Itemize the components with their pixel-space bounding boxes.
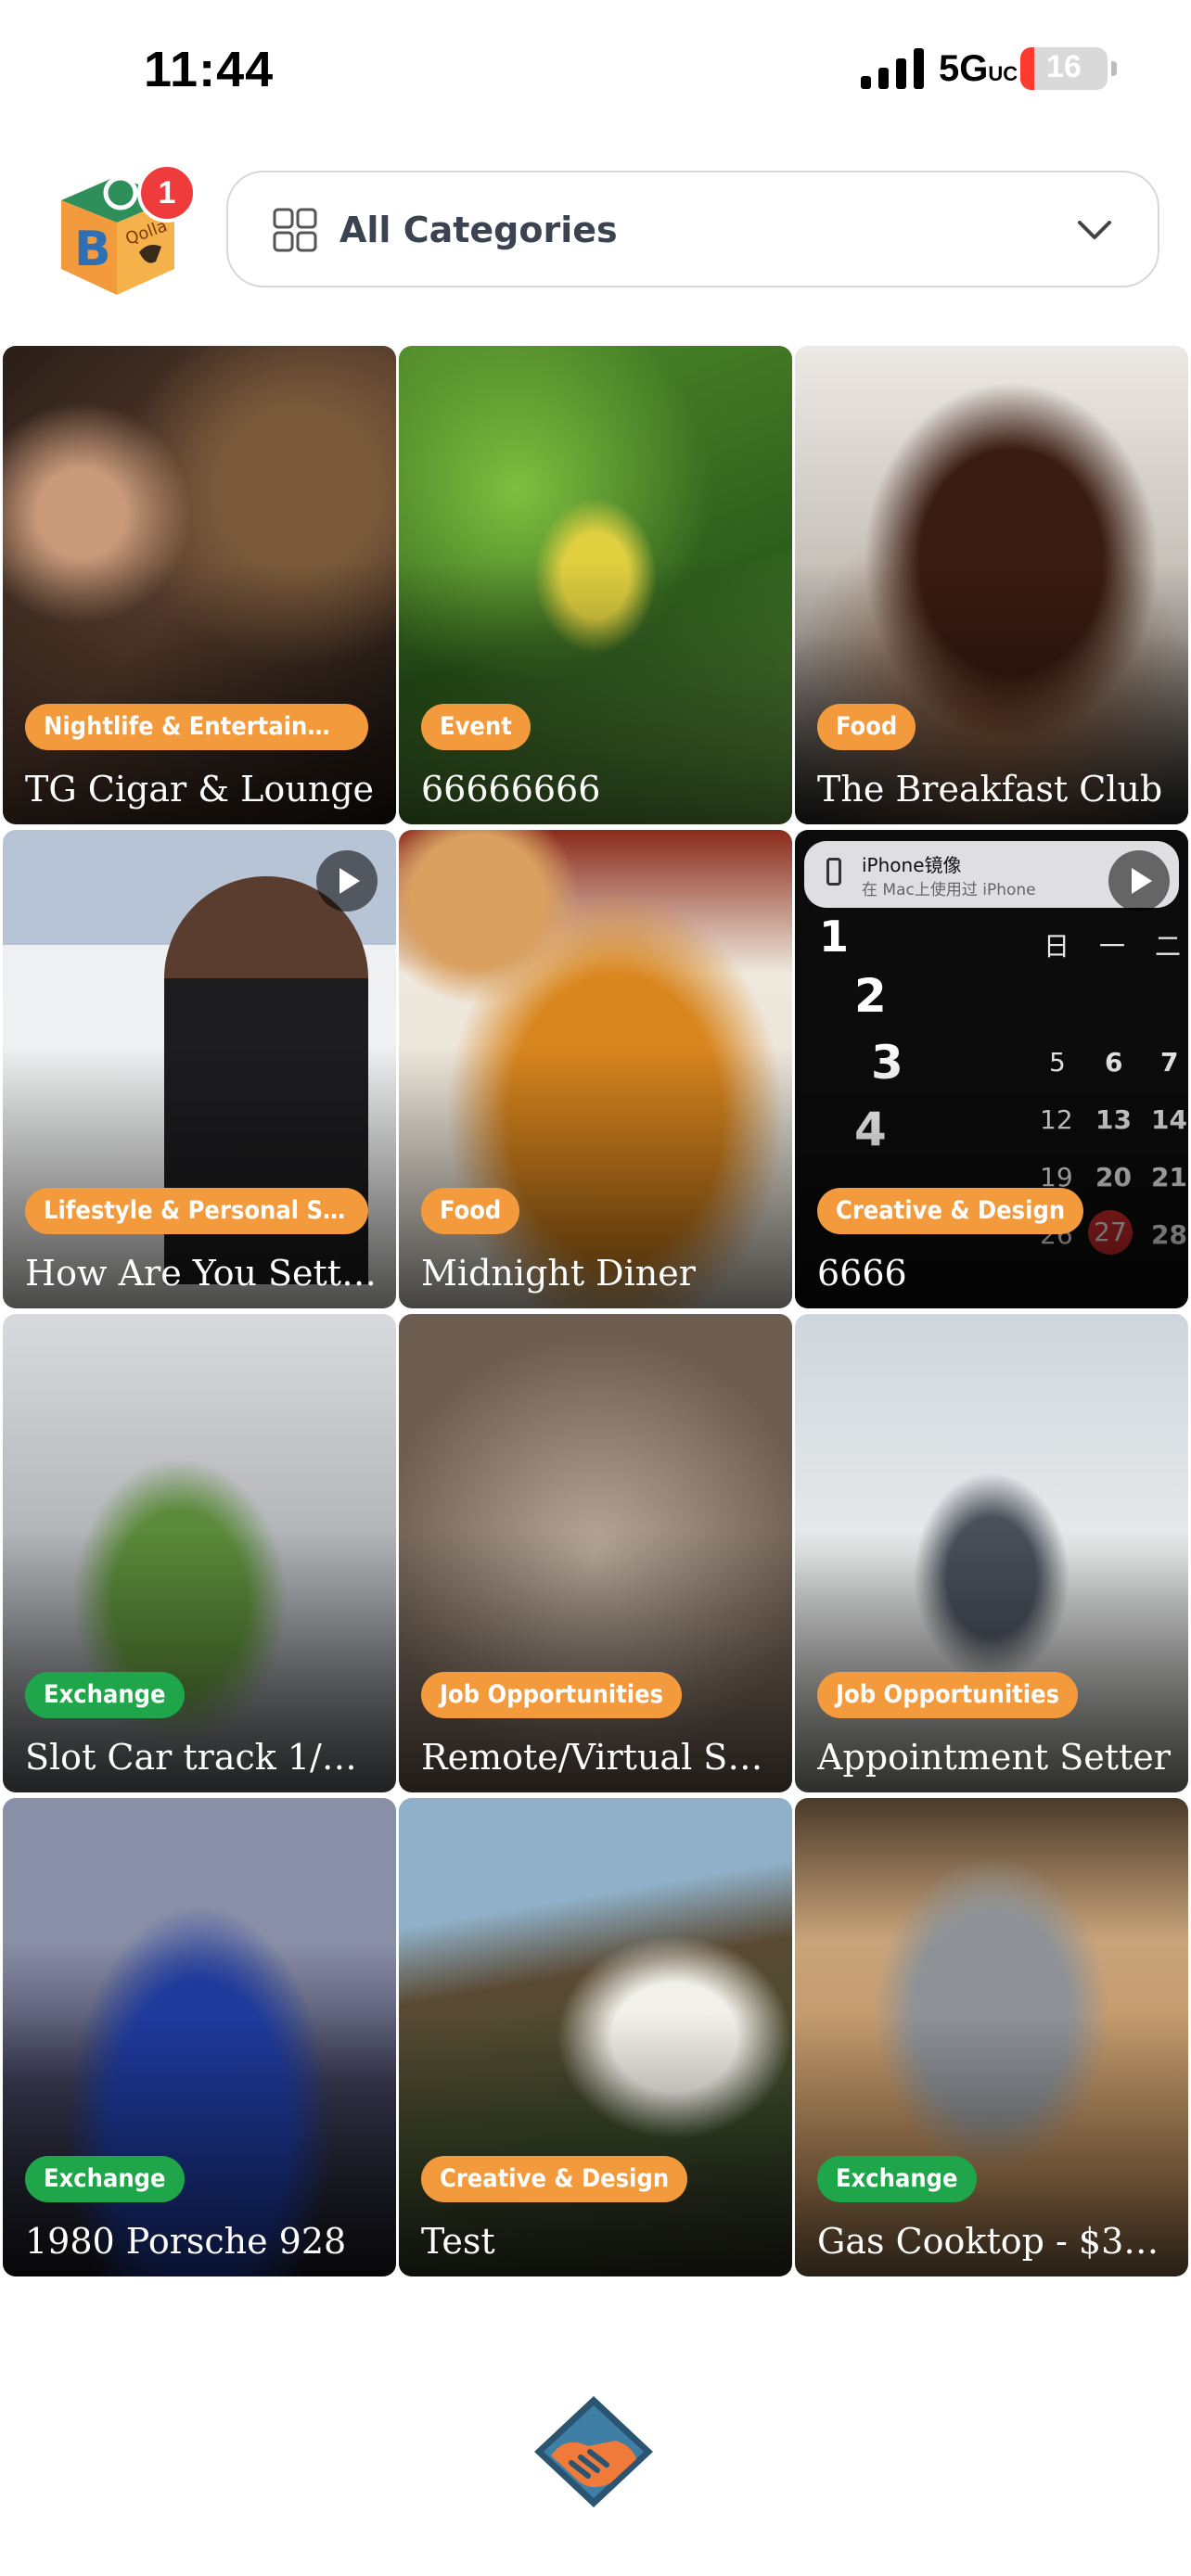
listing-card[interactable]: Event 66666666 bbox=[399, 346, 792, 824]
battery-level: 16 bbox=[1046, 49, 1082, 84]
category-label: All Categories bbox=[339, 210, 618, 250]
clock-numeral: 2 bbox=[854, 969, 887, 1023]
category-badge: Exchange bbox=[25, 1672, 185, 1718]
listing-card[interactable]: Exchange 1980 Porsche 928 bbox=[3, 1798, 396, 2276]
listing-card[interactable]: Creative & Design Test bbox=[399, 1798, 792, 2276]
handshake-logo-icon[interactable] bbox=[529, 2391, 659, 2511]
mirroring-subtitle: 在 Mac上使用过 iPhone bbox=[862, 881, 1036, 899]
network-type: 5GUC bbox=[939, 48, 1018, 89]
listing-title: 1980 Porsche 928 bbox=[25, 2221, 347, 2262]
network-suffix: UC bbox=[988, 62, 1018, 85]
listing-title: 66666666 bbox=[421, 769, 601, 810]
grid-icon bbox=[273, 208, 317, 252]
listing-title: Midnight Diner bbox=[421, 1253, 696, 1294]
listing-card[interactable]: Nightlife & Entertainment TG Cigar & Lou… bbox=[3, 346, 396, 824]
notification-badge[interactable]: 1 bbox=[137, 163, 197, 223]
category-badge: Creative & Design bbox=[421, 2156, 688, 2202]
listing-title: Gas Cooktop - $32... bbox=[817, 2221, 1172, 2262]
signal-strength-icon bbox=[861, 48, 924, 89]
category-badge: Event bbox=[421, 704, 531, 750]
play-icon[interactable] bbox=[1108, 850, 1170, 912]
category-badge: Job Opportunities bbox=[817, 1672, 1079, 1718]
clock-numeral: 1 bbox=[819, 912, 850, 962]
category-badge: Exchange bbox=[817, 2156, 977, 2202]
battery-tip bbox=[1111, 61, 1117, 76]
category-badge: Lifestyle & Personal Ser... bbox=[25, 1188, 368, 1234]
category-badge: Exchange bbox=[25, 2156, 185, 2202]
calendar-header: 日 bbox=[1044, 931, 1070, 962]
category-badge: Nightlife & Entertainment bbox=[25, 704, 368, 750]
mirroring-title: iPhone镜像 bbox=[862, 854, 962, 876]
listing-title: The Breakfast Club bbox=[817, 769, 1163, 810]
listing-title: How Are You Settin... bbox=[25, 1253, 379, 1294]
listing-card[interactable]: Lifestyle & Personal Ser... How Are You … bbox=[3, 830, 396, 1308]
svg-text:B: B bbox=[74, 222, 111, 277]
listing-card[interactable]: Exchange Slot Car track 1/32... bbox=[3, 1314, 396, 1792]
listing-card[interactable]: Food The Breakfast Club bbox=[795, 346, 1188, 824]
listing-title: Slot Car track 1/32... bbox=[25, 1737, 379, 1778]
listing-grid: Nightlife & Entertainment TG Cigar & Lou… bbox=[3, 346, 1188, 2276]
category-badge: Job Opportunities bbox=[421, 1672, 683, 1718]
listing-title: 6666 bbox=[817, 1253, 907, 1294]
listing-card[interactable]: Job Opportunities Appointment Setter bbox=[795, 1314, 1188, 1792]
status-time: 11:44 bbox=[144, 42, 275, 97]
category-badge: Food bbox=[817, 704, 916, 750]
category-badge: Food bbox=[421, 1188, 520, 1234]
calendar-header: 二 bbox=[1155, 931, 1182, 962]
calendar-header: 一 bbox=[1099, 931, 1126, 962]
battery-icon: 16 bbox=[1020, 47, 1108, 90]
listing-card[interactable]: 1 2 3 4 日 一 二 5 6 7 12 13 14 19 20 21 26… bbox=[795, 830, 1188, 1308]
listing-title: Test bbox=[421, 2221, 495, 2262]
status-bar: 11:44 5GUC 16 bbox=[0, 0, 1191, 139]
phone-icon bbox=[826, 858, 841, 886]
listing-card[interactable]: Job Opportunities Remote/Virtual Sal... bbox=[399, 1314, 792, 1792]
listing-card[interactable]: Exchange Gas Cooktop - $32... bbox=[795, 1798, 1188, 2276]
category-dropdown[interactable]: All Categories bbox=[226, 171, 1159, 287]
play-icon[interactable] bbox=[316, 850, 378, 912]
chevron-down-icon bbox=[1078, 221, 1111, 239]
category-badge: Creative & Design bbox=[817, 1188, 1084, 1234]
listing-card[interactable]: Food Midnight Diner bbox=[399, 830, 792, 1308]
listing-title: TG Cigar & Lounge bbox=[25, 769, 375, 810]
listing-title: Appointment Setter bbox=[817, 1737, 1171, 1778]
listing-title: Remote/Virtual Sal... bbox=[421, 1737, 775, 1778]
